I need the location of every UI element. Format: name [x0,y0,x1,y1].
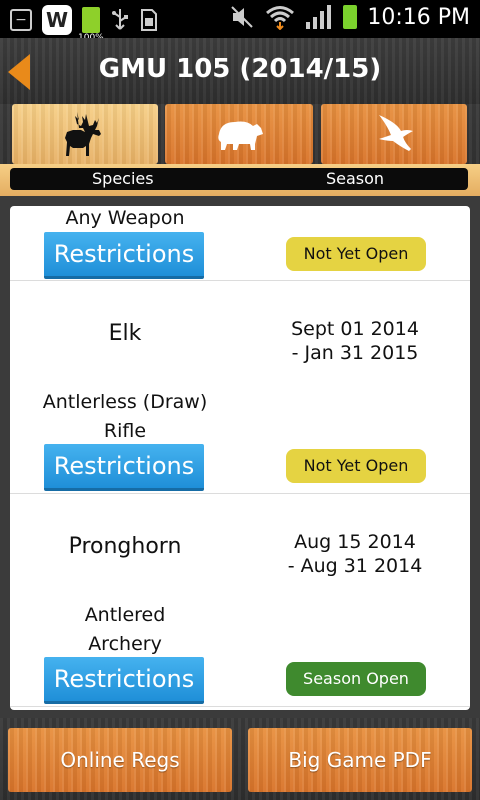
wifi-icon [266,6,295,30]
list-item: Pronghorn Aug 15 2014 - Aug 31 2014 Antl… [10,494,470,706]
species-name: Elk [108,321,142,346]
page-title: GMU 105 (2014/15) [98,54,382,84]
w-app-icon: W [42,5,72,35]
restrictions-button[interactable]: Restrictions [44,232,204,279]
sd-card-icon [141,9,157,31]
signal-icon [306,5,332,29]
tab-bird[interactable] [321,104,467,164]
tab-labels: Species Season [10,168,468,190]
status-bar: − W 100% 10:16 PM [0,0,480,43]
usb-icon [112,9,128,30]
category-tabs: Species Season [0,104,480,196]
status-badge: Season Open [286,662,426,696]
elk-icon [65,112,101,156]
bear-icon [218,121,263,150]
season-dates: Sept 01 2014 - Jan 31 2015 [291,318,419,364]
bird-icon [379,115,413,151]
season-dates: Aug 15 2014 - Aug 31 2014 [287,531,423,577]
battery-icon [343,5,358,29]
tab-bear[interactable] [165,104,313,164]
hunt-type: Any Weapon [65,207,185,229]
divider [10,706,470,707]
tab-season-label: Season [326,169,385,188]
hunt-type: Antlered Archery [84,604,166,655]
tab-elk[interactable] [12,104,158,164]
mute-icon [231,6,254,28]
status-badge: Not Yet Open [286,449,426,483]
tab-species-label: Species [92,169,154,188]
clock: 10:16 PM [367,4,470,30]
bottom-bar: Online Regs Big Game PDF [0,718,480,800]
minus-notification-icon: − [10,9,32,31]
battery-full-icon: 100% [78,7,104,43]
hunt-type: Antlerless (Draw) Rifle [42,391,208,442]
big-game-pdf-button[interactable]: Big Game PDF [248,728,472,792]
list-item: Any Weapon Restrictions Not Yet Open [10,206,470,280]
list-item: Elk Sept 01 2014 - Jan 31 2015 Antlerles… [10,281,470,493]
restrictions-button[interactable]: Restrictions [44,444,204,491]
status-badge: Not Yet Open [286,237,426,271]
restrictions-button[interactable]: Restrictions [44,657,204,704]
online-regs-button[interactable]: Online Regs [8,728,232,792]
species-name: Pronghorn [68,534,182,559]
app-header: GMU 105 (2014/15) [0,38,480,104]
season-list[interactable]: Any Weapon Restrictions Not Yet Open Elk… [10,206,470,710]
